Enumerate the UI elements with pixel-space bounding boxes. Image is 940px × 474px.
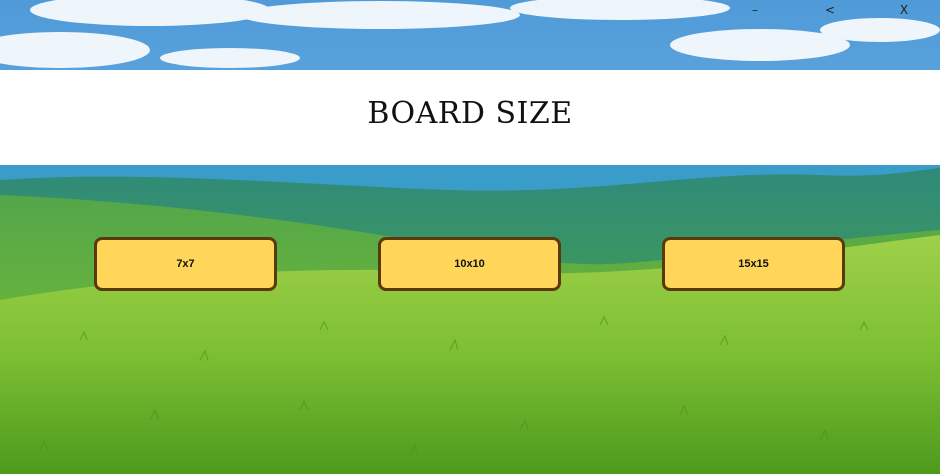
- board-size-7x7-button[interactable]: 7x7: [94, 237, 277, 291]
- close-button[interactable]: X: [894, 2, 914, 18]
- title-banner: BOARD SIZE: [0, 70, 940, 165]
- board-size-10x10-button[interactable]: 10x10: [378, 237, 561, 291]
- minimize-button[interactable]: –: [745, 2, 765, 18]
- back-button[interactable]: <: [820, 2, 840, 18]
- page-title: BOARD SIZE: [367, 96, 573, 131]
- board-size-15x15-button[interactable]: 15x15: [662, 237, 845, 291]
